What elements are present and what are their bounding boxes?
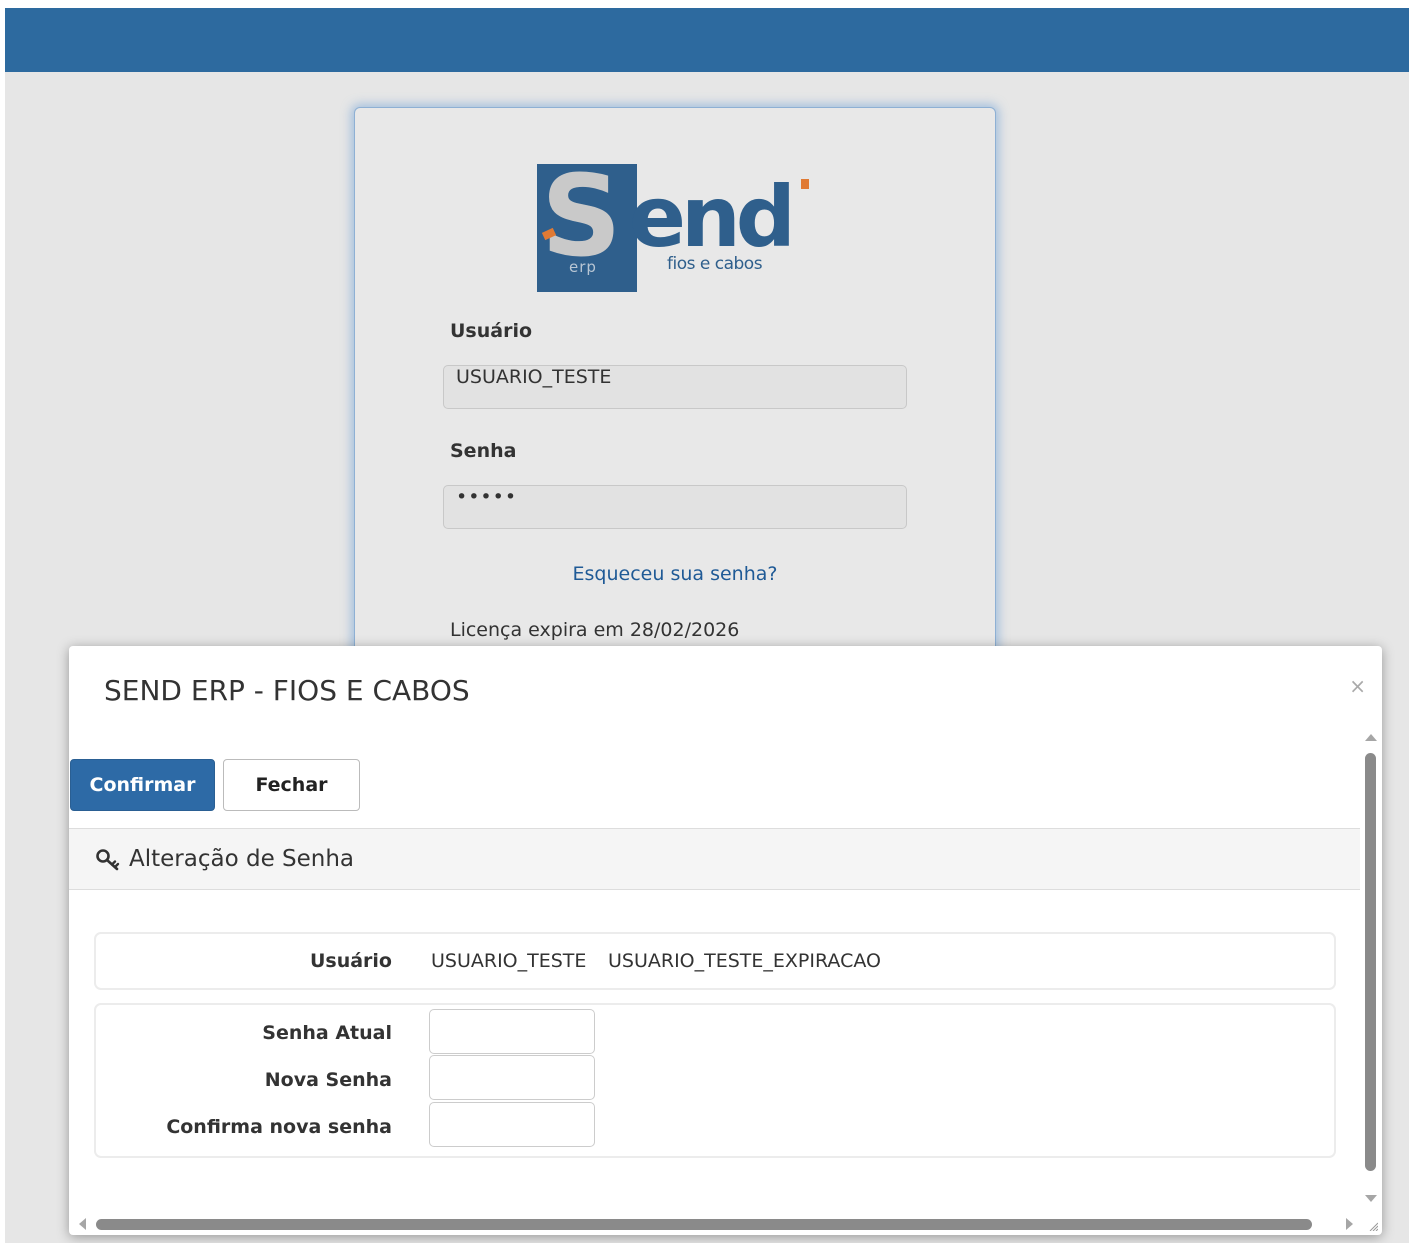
horizontal-scroll-thumb[interactable] <box>96 1219 1312 1230</box>
close-button[interactable]: Fechar <box>223 759 360 811</box>
key-icon <box>96 849 120 871</box>
forgot-password-link[interactable]: Esqueceu sua senha? <box>355 563 995 585</box>
resize-grip-icon[interactable] <box>1368 1221 1378 1231</box>
password-input[interactable]: ••••• <box>443 485 907 529</box>
modal-title: SEND ERP - FIOS E CABOS <box>104 674 470 707</box>
page-background: S erp end fios e cabos Usuário USUARIO_T… <box>5 8 1409 1243</box>
send-logo: S erp end fios e cabos <box>537 152 819 294</box>
scroll-left-icon[interactable] <box>79 1218 86 1230</box>
logo-accent <box>801 179 809 189</box>
login-card: S erp end fios e cabos Usuário USUARIO_T… <box>354 107 996 669</box>
panel-title: Alteração de Senha <box>129 846 355 872</box>
vertical-scrollbar[interactable] <box>1360 726 1382 1216</box>
vertical-scroll-thumb[interactable] <box>1365 753 1376 1171</box>
horizontal-scrollbar[interactable] <box>69 1213 1382 1235</box>
confirm-password-input[interactable] <box>429 1102 595 1147</box>
username-input[interactable]: USUARIO_TESTE <box>443 365 907 409</box>
change-password-modal: SEND ERP - FIOS E CABOS × Confirmar Fech… <box>69 646 1382 1235</box>
scroll-right-icon[interactable] <box>1346 1218 1353 1230</box>
scroll-up-icon[interactable] <box>1365 734 1377 741</box>
top-navbar <box>5 8 1409 72</box>
confirm-button[interactable]: Confirmar <box>70 759 215 811</box>
panel-header: Alteração de Senha <box>69 828 1360 890</box>
user-name-value: USUARIO_TESTE_EXPIRACAO <box>608 950 881 972</box>
current-password-input[interactable] <box>429 1009 595 1054</box>
password-label: Senha <box>450 440 517 462</box>
new-password-input[interactable] <box>429 1055 595 1100</box>
user-info-box: Usuário USUARIO_TESTE USUARIO_TESTE_EXPI… <box>94 932 1336 990</box>
logo-end-text: end <box>629 168 796 266</box>
scroll-down-icon[interactable] <box>1365 1195 1377 1202</box>
new-password-label: Nova Senha <box>264 1069 392 1091</box>
logo-erp-text: erp <box>569 258 597 276</box>
user-label: Usuário <box>309 950 392 972</box>
close-icon[interactable]: × <box>1349 674 1366 698</box>
confirm-password-label: Confirma nova senha <box>166 1116 392 1138</box>
username-label: Usuário <box>450 320 533 342</box>
license-text: Licença expira em 28/02/2026 <box>450 619 740 641</box>
current-password-label: Senha Atual <box>262 1022 392 1044</box>
user-login-value: USUARIO_TESTE <box>431 950 587 972</box>
logo-subtitle: fios e cabos <box>667 254 763 274</box>
password-fields-box: Senha Atual Nova Senha Confirma nova sen… <box>94 1003 1336 1158</box>
